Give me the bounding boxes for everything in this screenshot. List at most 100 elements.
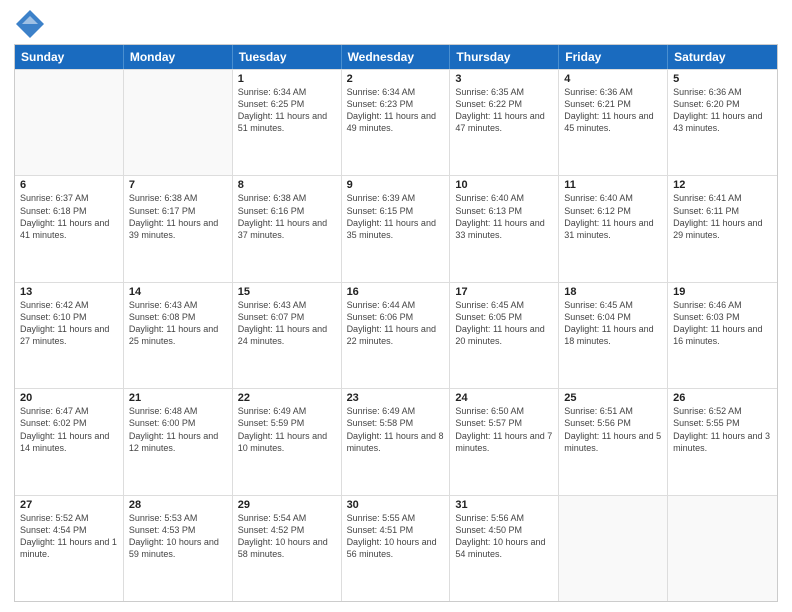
calendar-cell: 24Sunrise: 6:50 AM Sunset: 5:57 PM Dayli… — [450, 389, 559, 494]
day-info: Sunrise: 6:46 AM Sunset: 6:03 PM Dayligh… — [673, 299, 772, 348]
day-number: 14 — [129, 286, 227, 298]
day-number: 5 — [673, 73, 772, 85]
day-info: Sunrise: 5:55 AM Sunset: 4:51 PM Dayligh… — [347, 512, 445, 561]
calendar-cell: 7Sunrise: 6:38 AM Sunset: 6:17 PM Daylig… — [124, 176, 233, 281]
calendar-header: SundayMondayTuesdayWednesdayThursdayFrid… — [15, 45, 777, 69]
logo-icon — [16, 10, 44, 38]
calendar-cell: 26Sunrise: 6:52 AM Sunset: 5:55 PM Dayli… — [668, 389, 777, 494]
calendar-row: 6Sunrise: 6:37 AM Sunset: 6:18 PM Daylig… — [15, 175, 777, 281]
day-number: 24 — [455, 392, 553, 404]
day-number: 1 — [238, 73, 336, 85]
day-info: Sunrise: 6:37 AM Sunset: 6:18 PM Dayligh… — [20, 192, 118, 241]
day-number: 31 — [455, 499, 553, 511]
calendar-body: 1Sunrise: 6:34 AM Sunset: 6:25 PM Daylig… — [15, 69, 777, 601]
calendar-cell: 27Sunrise: 5:52 AM Sunset: 4:54 PM Dayli… — [15, 496, 124, 601]
calendar-cell: 17Sunrise: 6:45 AM Sunset: 6:05 PM Dayli… — [450, 283, 559, 388]
calendar-cell — [15, 70, 124, 175]
calendar-cell: 6Sunrise: 6:37 AM Sunset: 6:18 PM Daylig… — [15, 176, 124, 281]
page: SundayMondayTuesdayWednesdayThursdayFrid… — [0, 0, 792, 612]
calendar-cell: 8Sunrise: 6:38 AM Sunset: 6:16 PM Daylig… — [233, 176, 342, 281]
day-info: Sunrise: 6:44 AM Sunset: 6:06 PM Dayligh… — [347, 299, 445, 348]
day-info: Sunrise: 6:38 AM Sunset: 6:17 PM Dayligh… — [129, 192, 227, 241]
day-number: 9 — [347, 179, 445, 191]
day-info: Sunrise: 6:48 AM Sunset: 6:00 PM Dayligh… — [129, 405, 227, 454]
day-info: Sunrise: 6:39 AM Sunset: 6:15 PM Dayligh… — [347, 192, 445, 241]
calendar-row: 1Sunrise: 6:34 AM Sunset: 6:25 PM Daylig… — [15, 69, 777, 175]
day-number: 6 — [20, 179, 118, 191]
calendar-cell — [559, 496, 668, 601]
day-info: Sunrise: 6:49 AM Sunset: 5:58 PM Dayligh… — [347, 405, 445, 454]
calendar-cell: 16Sunrise: 6:44 AM Sunset: 6:06 PM Dayli… — [342, 283, 451, 388]
day-info: Sunrise: 6:36 AM Sunset: 6:21 PM Dayligh… — [564, 86, 662, 135]
calendar-cell: 29Sunrise: 5:54 AM Sunset: 4:52 PM Dayli… — [233, 496, 342, 601]
day-info: Sunrise: 5:54 AM Sunset: 4:52 PM Dayligh… — [238, 512, 336, 561]
day-info: Sunrise: 6:34 AM Sunset: 6:25 PM Dayligh… — [238, 86, 336, 135]
day-info: Sunrise: 6:36 AM Sunset: 6:20 PM Dayligh… — [673, 86, 772, 135]
calendar-row: 20Sunrise: 6:47 AM Sunset: 6:02 PM Dayli… — [15, 388, 777, 494]
calendar-cell: 13Sunrise: 6:42 AM Sunset: 6:10 PM Dayli… — [15, 283, 124, 388]
day-number: 16 — [347, 286, 445, 298]
calendar-cell: 12Sunrise: 6:41 AM Sunset: 6:11 PM Dayli… — [668, 176, 777, 281]
calendar-cell: 11Sunrise: 6:40 AM Sunset: 6:12 PM Dayli… — [559, 176, 668, 281]
calendar-cell: 1Sunrise: 6:34 AM Sunset: 6:25 PM Daylig… — [233, 70, 342, 175]
weekday-header: Saturday — [668, 45, 777, 69]
day-info: Sunrise: 6:38 AM Sunset: 6:16 PM Dayligh… — [238, 192, 336, 241]
calendar-row: 13Sunrise: 6:42 AM Sunset: 6:10 PM Dayli… — [15, 282, 777, 388]
logo — [14, 10, 44, 38]
calendar-row: 27Sunrise: 5:52 AM Sunset: 4:54 PM Dayli… — [15, 495, 777, 601]
calendar-cell: 20Sunrise: 6:47 AM Sunset: 6:02 PM Dayli… — [15, 389, 124, 494]
day-number: 29 — [238, 499, 336, 511]
day-info: Sunrise: 6:35 AM Sunset: 6:22 PM Dayligh… — [455, 86, 553, 135]
day-number: 23 — [347, 392, 445, 404]
day-info: Sunrise: 6:45 AM Sunset: 6:05 PM Dayligh… — [455, 299, 553, 348]
day-number: 26 — [673, 392, 772, 404]
day-info: Sunrise: 5:52 AM Sunset: 4:54 PM Dayligh… — [20, 512, 118, 561]
day-info: Sunrise: 6:45 AM Sunset: 6:04 PM Dayligh… — [564, 299, 662, 348]
day-info: Sunrise: 6:50 AM Sunset: 5:57 PM Dayligh… — [455, 405, 553, 454]
day-number: 19 — [673, 286, 772, 298]
day-number: 22 — [238, 392, 336, 404]
day-info: Sunrise: 6:42 AM Sunset: 6:10 PM Dayligh… — [20, 299, 118, 348]
calendar-cell: 9Sunrise: 6:39 AM Sunset: 6:15 PM Daylig… — [342, 176, 451, 281]
day-number: 2 — [347, 73, 445, 85]
day-info: Sunrise: 6:40 AM Sunset: 6:12 PM Dayligh… — [564, 192, 662, 241]
calendar-cell: 15Sunrise: 6:43 AM Sunset: 6:07 PM Dayli… — [233, 283, 342, 388]
day-number: 25 — [564, 392, 662, 404]
day-info: Sunrise: 6:52 AM Sunset: 5:55 PM Dayligh… — [673, 405, 772, 454]
calendar-cell: 10Sunrise: 6:40 AM Sunset: 6:13 PM Dayli… — [450, 176, 559, 281]
day-number: 17 — [455, 286, 553, 298]
day-info: Sunrise: 6:43 AM Sunset: 6:08 PM Dayligh… — [129, 299, 227, 348]
calendar-cell: 5Sunrise: 6:36 AM Sunset: 6:20 PM Daylig… — [668, 70, 777, 175]
day-number: 8 — [238, 179, 336, 191]
calendar-cell — [124, 70, 233, 175]
calendar: SundayMondayTuesdayWednesdayThursdayFrid… — [14, 44, 778, 602]
day-info: Sunrise: 6:40 AM Sunset: 6:13 PM Dayligh… — [455, 192, 553, 241]
calendar-cell: 23Sunrise: 6:49 AM Sunset: 5:58 PM Dayli… — [342, 389, 451, 494]
calendar-cell: 14Sunrise: 6:43 AM Sunset: 6:08 PM Dayli… — [124, 283, 233, 388]
day-info: Sunrise: 6:43 AM Sunset: 6:07 PM Dayligh… — [238, 299, 336, 348]
day-number: 11 — [564, 179, 662, 191]
day-info: Sunrise: 6:34 AM Sunset: 6:23 PM Dayligh… — [347, 86, 445, 135]
calendar-cell: 22Sunrise: 6:49 AM Sunset: 5:59 PM Dayli… — [233, 389, 342, 494]
calendar-cell: 2Sunrise: 6:34 AM Sunset: 6:23 PM Daylig… — [342, 70, 451, 175]
day-number: 18 — [564, 286, 662, 298]
day-number: 4 — [564, 73, 662, 85]
day-number: 12 — [673, 179, 772, 191]
day-number: 7 — [129, 179, 227, 191]
calendar-cell: 3Sunrise: 6:35 AM Sunset: 6:22 PM Daylig… — [450, 70, 559, 175]
day-number: 10 — [455, 179, 553, 191]
day-number: 28 — [129, 499, 227, 511]
day-number: 30 — [347, 499, 445, 511]
weekday-header: Sunday — [15, 45, 124, 69]
day-number: 15 — [238, 286, 336, 298]
day-info: Sunrise: 6:51 AM Sunset: 5:56 PM Dayligh… — [564, 405, 662, 454]
calendar-cell: 25Sunrise: 6:51 AM Sunset: 5:56 PM Dayli… — [559, 389, 668, 494]
weekday-header: Monday — [124, 45, 233, 69]
weekday-header: Thursday — [450, 45, 559, 69]
day-info: Sunrise: 6:49 AM Sunset: 5:59 PM Dayligh… — [238, 405, 336, 454]
calendar-cell: 28Sunrise: 5:53 AM Sunset: 4:53 PM Dayli… — [124, 496, 233, 601]
day-number: 3 — [455, 73, 553, 85]
calendar-cell: 21Sunrise: 6:48 AM Sunset: 6:00 PM Dayli… — [124, 389, 233, 494]
day-number: 13 — [20, 286, 118, 298]
calendar-cell — [668, 496, 777, 601]
